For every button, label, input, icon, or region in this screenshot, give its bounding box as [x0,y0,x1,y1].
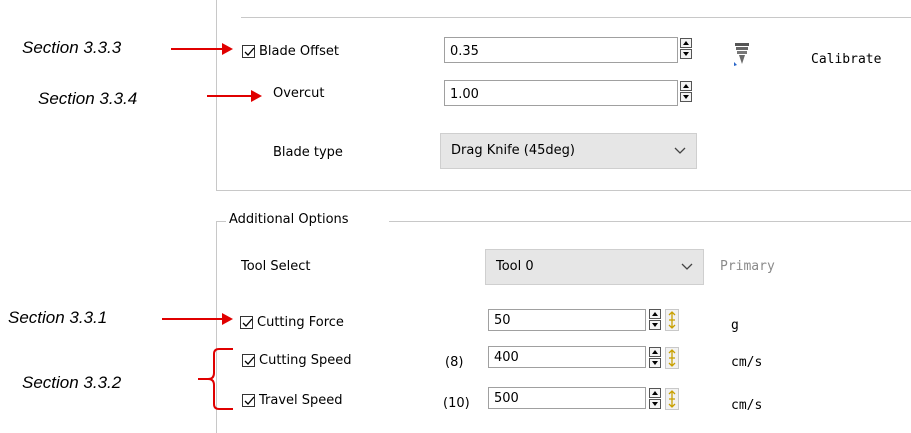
cutting-force-label: Cutting Force [257,315,344,330]
blade-type-value: Drag Knife (45deg) [451,143,575,158]
travel-speed-stepper[interactable] [649,388,661,410]
blade-type-label: Blade type [273,145,343,160]
cutting-speed-value: 400 [494,350,519,365]
annotation-speeds: Section 3.3.2 [22,373,122,392]
spin-down-icon[interactable] [649,320,661,330]
cutting-force-value: 50 [494,313,511,328]
travel-speed-index: (10) [443,396,470,411]
cutting-speed-stepper[interactable] [649,347,661,369]
arrow-overcut [207,95,252,97]
chevron-down-icon [681,263,693,270]
adjust-handle-icon[interactable] [665,388,679,410]
speeds-brace [197,348,237,410]
checkbox-check-icon [244,356,255,365]
top-group-border-top [241,17,911,18]
spin-up-icon[interactable] [680,38,692,48]
overcut-label: Overcut [273,86,325,101]
travel-speed-field[interactable]: 500 [488,387,646,409]
blade-offset-value: 0.35 [450,44,479,59]
adjust-handle-icon[interactable] [665,309,679,331]
overcut-value: 1.00 [450,87,479,102]
cutting-speed-checkbox[interactable] [242,354,255,367]
checkbox-check-icon [244,396,255,405]
spin-down-icon[interactable] [649,358,661,368]
blade-offset-checkbox[interactable] [242,45,255,58]
tool-select-label: Tool Select [241,259,311,274]
arrow-head-overcut [251,90,262,102]
blade-offset-stepper[interactable] [680,38,692,60]
cutting-force-field[interactable]: 50 [488,309,646,331]
tool-select-dropdown[interactable]: Tool 0 [485,249,704,285]
spin-down-icon[interactable] [680,92,692,102]
blade-offset-label: Blade Offset [259,44,339,59]
tool-select-value: Tool 0 [496,259,534,274]
arrow-head-cutting-force [222,313,233,325]
spin-down-icon[interactable] [680,49,692,59]
spin-up-icon[interactable] [649,347,661,357]
travel-speed-unit: cm/s [731,398,763,413]
cutting-speed-unit: cm/s [731,355,763,370]
knife-calibrate-icon[interactable] [733,42,751,68]
travel-speed-checkbox[interactable] [242,394,255,407]
overcut-field[interactable]: 1.00 [444,80,678,106]
calibrate-label[interactable]: Calibrate [811,52,881,67]
blade-offset-field[interactable]: 0.35 [444,37,678,63]
chevron-down-icon [674,147,686,154]
cutting-force-unit: g [731,318,739,333]
cutting-speed-field[interactable]: 400 [488,346,646,368]
cutting-force-stepper[interactable] [649,309,661,331]
top-group-border-bottom [216,190,911,191]
travel-speed-label: Travel Speed [259,393,343,408]
arrow-blade-offset [171,48,223,50]
additional-group-border-top-left [216,221,226,222]
cutting-force-checkbox[interactable] [240,316,253,329]
blade-type-dropdown[interactable]: Drag Knife (45deg) [440,133,697,169]
overcut-stepper[interactable] [680,81,692,103]
cutting-speed-label: Cutting Speed [259,353,352,368]
additional-group-border-top [389,221,911,222]
annotation-overcut: Section 3.3.4 [38,89,138,108]
additional-options-title: Additional Options [229,212,349,227]
arrow-cutting-force [162,318,223,320]
checkbox-check-icon [244,47,255,56]
annotation-cutting-force: Section 3.3.1 [8,308,108,327]
spin-down-icon[interactable] [649,399,661,409]
checkbox-check-icon [242,318,253,327]
adjust-handle-icon[interactable] [665,347,679,369]
annotation-blade-offset: Section 3.3.3 [22,38,122,57]
spin-up-icon[interactable] [649,388,661,398]
tool-select-note: Primary [720,259,775,274]
spin-up-icon[interactable] [649,309,661,319]
spin-up-icon[interactable] [680,81,692,91]
travel-speed-value: 500 [494,391,519,406]
cutting-speed-index: (8) [445,355,464,370]
arrow-head-blade-offset [222,43,233,55]
